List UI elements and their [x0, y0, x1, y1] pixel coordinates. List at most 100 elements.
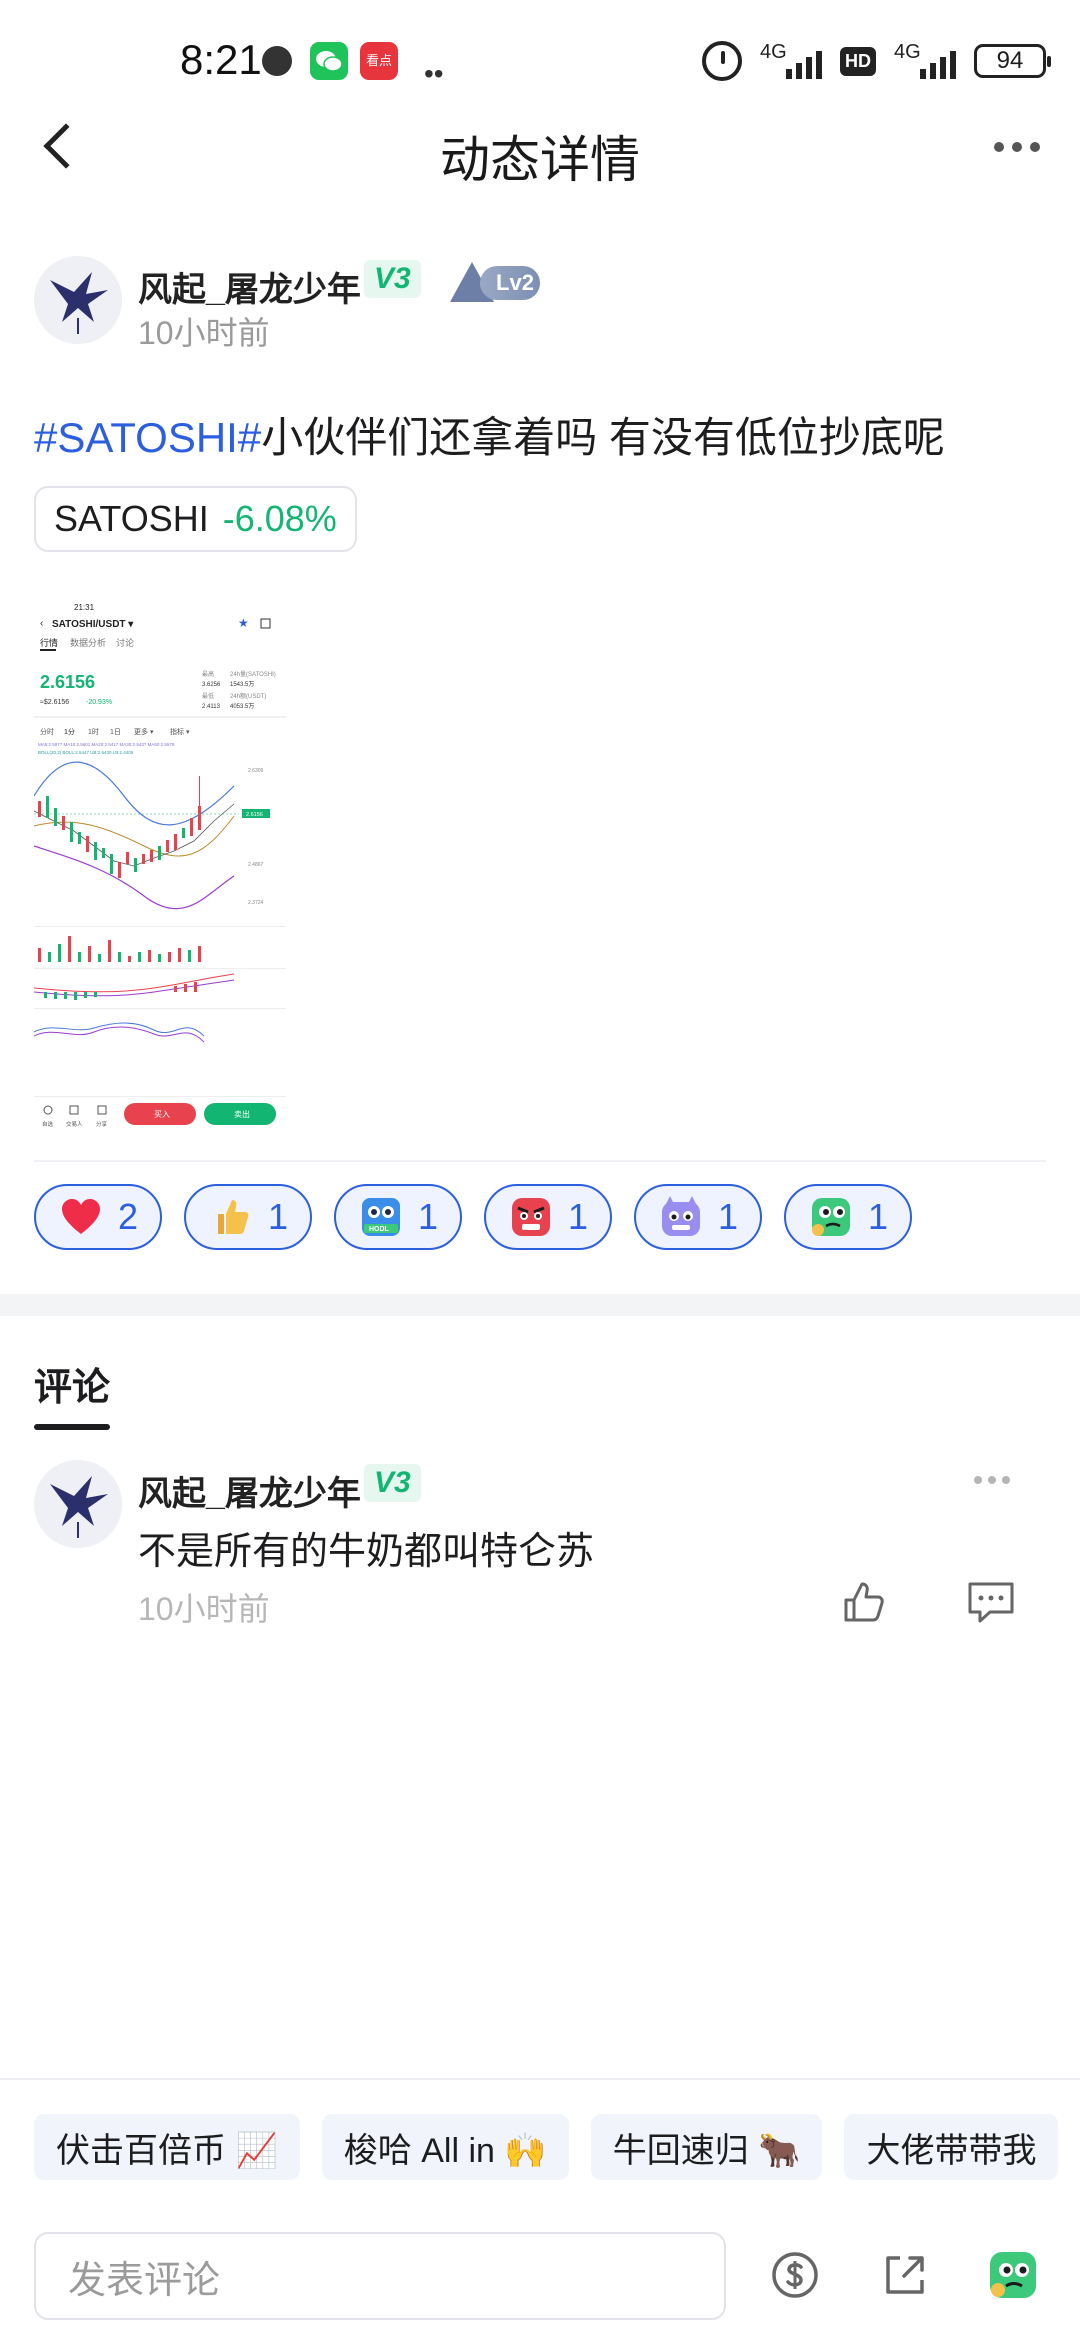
thumb-pair: SATOSHI/USDT ▾: [52, 619, 134, 630]
post-body-text: 小伙伴们还拿着吗 有没有低位抄底呢: [261, 414, 945, 461]
tab-comments[interactable]: 评论: [34, 1356, 110, 1411]
hashtag-link[interactable]: #SATOSHI#: [34, 414, 261, 461]
reaction-count: 1: [717, 1196, 739, 1237]
quick-reply-chip[interactable]: 牛回速归 🐂: [590, 2114, 823, 2180]
dot-icon: [974, 1476, 982, 1484]
reaction-purple-monster[interactable]: 1: [634, 1184, 762, 1250]
quick-reply-chip[interactable]: 伏击百倍币 📈: [34, 2114, 300, 2180]
post-time: 10小时前: [138, 315, 270, 351]
clock-notification-icon: [262, 46, 292, 76]
thumb-stat: 2.4113: [202, 704, 221, 710]
thumb-interval: 1分: [64, 727, 75, 736]
reactions-bar: 2 1 HODL 1 1 1 1: [34, 1184, 912, 1250]
thumb-axis: 2.3724: [248, 900, 264, 906]
quick-reply-chip[interactable]: 大佬带带我: [844, 2114, 1059, 2180]
signal-1: 4G: [760, 41, 822, 81]
thumbs-up-icon: [217, 1200, 249, 1234]
hd-badge: HD: [840, 46, 876, 76]
comment-author[interactable]: 风起_屠龙少年: [138, 1466, 361, 1515]
thumb-star-icon: ★: [238, 616, 249, 630]
reaction-thumbs-up[interactable]: 1: [184, 1184, 312, 1250]
divider: [34, 1160, 1046, 1162]
signal-bars-icon: [920, 51, 956, 79]
thumb-tab-1: 数据分析: [70, 637, 106, 648]
thumb-stat: 24h额(USDT): [230, 692, 266, 700]
green-thinking-icon: [811, 1198, 850, 1236]
thumb-nav: 自选: [42, 1120, 54, 1128]
coin-symbol: SATOSHI: [54, 498, 209, 539]
vip-badge: V3: [364, 260, 421, 298]
status-bar: 8:21 看点 •• 4G HD 4G 94: [0, 0, 1080, 120]
author-name[interactable]: 风起_屠龙少年: [138, 262, 361, 311]
reaction-count: 1: [417, 1196, 439, 1237]
thumb-sell-label: 卖出: [234, 1109, 250, 1119]
post-image[interactable]: 21:31 ‹ SATOSHI/USDT ▾ ★ 行情 数据分析 讨论 2.61…: [34, 596, 286, 1136]
comment-input[interactable]: 发表评论: [34, 2232, 726, 2320]
network-type-2: 4G: [894, 41, 921, 63]
dot-icon: [1002, 1476, 1010, 1484]
thumb-interval: 1时: [88, 727, 99, 736]
comment-reply-button[interactable]: [966, 1578, 1016, 1626]
thumb-boll-line: BOLL(20,2) BOLL:2.5447 UB:2.6430 LB:2.44…: [38, 750, 134, 755]
thumb-tab-0: 行情: [40, 637, 58, 648]
thumb-axis: 2.6156: [246, 812, 263, 818]
reaction-heart[interactable]: 2: [34, 1184, 162, 1250]
thumb-interval: 1日: [110, 728, 121, 736]
purple-monster-icon: [661, 1196, 700, 1236]
wechat-icon: [310, 42, 348, 80]
thumb-interval: 更多 ▾: [134, 727, 154, 736]
level-label: Lv2: [480, 266, 540, 300]
emoji-sticker-icon[interactable]: [988, 2250, 1038, 2300]
thumb-change: -20.93%: [86, 699, 112, 706]
comment-vip-badge: V3: [364, 1464, 421, 1502]
more-notifications-icon: ••: [424, 58, 444, 89]
thumb-axis: 2.6309: [248, 768, 264, 774]
thumb-nav: 分享: [96, 1120, 108, 1128]
tab-active-indicator: [34, 1424, 110, 1430]
heart-icon: [61, 1199, 100, 1234]
thumb-price-sub: ≈$2.6156: [40, 699, 69, 706]
reaction-count: 1: [867, 1196, 889, 1237]
top-nav: 动态详情: [0, 112, 1080, 192]
comment-more-button[interactable]: [974, 1476, 1010, 1484]
thumb-back-icon: ‹: [40, 618, 43, 629]
thumb-ma-line: MA5:2.5877 MA10:2.5601 MA20:2.5417 MA30:…: [38, 742, 175, 747]
quick-reply-bar: 伏击百倍币 📈 梭哈 All in 🙌 牛回速归 🐂 大佬带带我: [34, 2114, 1059, 2180]
hodl-robot-icon: HODL: [361, 1198, 400, 1236]
divider: [0, 2078, 1080, 2080]
network-type-1: 4G: [760, 41, 787, 63]
thumb-stat: 24h量(SATOSHI): [230, 671, 276, 678]
post-content: #SATOSHI#小伙伴们还拿着吗 有没有低位抄底呢: [34, 404, 945, 465]
thumb-stat: 最低: [202, 692, 214, 700]
reaction-hodl[interactable]: HODL 1: [334, 1184, 462, 1250]
thumb-stat: 4053.5万: [230, 703, 254, 710]
coin-chip[interactable]: SATOSHI -6.08%: [34, 486, 357, 552]
thumb-price: 2.6156: [40, 672, 95, 692]
trading-screenshot-thumbnail: 21:31 ‹ SATOSHI/USDT ▾ ★ 行情 数据分析 讨论 2.61…: [34, 596, 286, 1136]
thumb-interval: 分时: [40, 727, 54, 736]
thumb-interval: 指标 ▾: [170, 727, 190, 736]
dot-icon: [994, 142, 1004, 152]
battery-indicator: 94: [974, 44, 1051, 78]
comment-avatar[interactable]: [34, 1460, 122, 1548]
quick-reply-chip[interactable]: 梭哈 All in 🙌: [321, 2114, 569, 2180]
svg-text:HODL: HODL: [369, 1226, 390, 1233]
more-options-button[interactable]: [994, 142, 1040, 152]
dot-icon: [988, 1476, 996, 1484]
comment-text: 不是所有的牛奶都叫特仑苏: [138, 1531, 595, 1573]
author-avatar[interactable]: [34, 256, 122, 344]
dot-icon: [1030, 142, 1040, 152]
kandian-app-icon: 看点: [360, 42, 398, 80]
share-icon[interactable]: [880, 2250, 930, 2300]
thumb-stat: 最高: [202, 670, 214, 678]
reaction-count: 1: [267, 1196, 289, 1237]
reaction-green-thinking[interactable]: 1: [784, 1184, 912, 1250]
level-badge: Lv2: [450, 262, 540, 302]
kandian-label: 看点: [365, 53, 392, 68]
thumb-buy-label: 买入: [154, 1110, 170, 1119]
comment-like-button[interactable]: [840, 1578, 888, 1626]
tip-coin-icon[interactable]: [770, 2250, 820, 2300]
signal-bars-icon: [786, 51, 822, 79]
thumb-stat: 3.6256: [202, 682, 221, 688]
reaction-angry[interactable]: 1: [484, 1184, 612, 1250]
